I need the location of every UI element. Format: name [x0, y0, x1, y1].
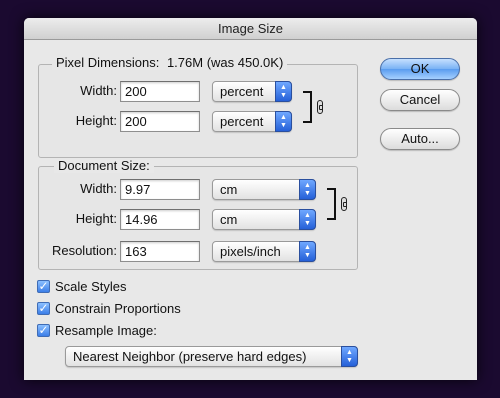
checkmark-icon: ✓ [38, 301, 49, 315]
pixel-width-unit-select[interactable]: percent ▲ ▼ [212, 81, 292, 102]
scale-styles-label: Scale Styles [55, 279, 127, 294]
ok-button[interactable]: OK [380, 58, 460, 80]
up-down-arrows-icon: ▲ ▼ [275, 81, 292, 102]
up-down-arrows-icon: ▲ ▼ [299, 241, 316, 262]
scale-styles-checkbox[interactable]: ✓ [37, 280, 50, 293]
up-down-arrows-icon: ▲ ▼ [341, 346, 358, 367]
chain-link-icon [317, 100, 323, 114]
resample-method-select[interactable]: Nearest Neighbor (preserve hard edges) ▲… [65, 346, 358, 367]
pixel-dimensions-label: Pixel Dimensions: [56, 55, 160, 70]
document-width-unit-value: cm [220, 182, 238, 197]
chain-link-icon [341, 197, 347, 211]
document-width-label: Width: [80, 181, 117, 196]
up-down-arrows-icon: ▲ ▼ [299, 209, 316, 230]
document-height-field[interactable]: 14.96 [120, 209, 200, 230]
document-height-unit-select[interactable]: cm ▲ ▼ [212, 209, 316, 230]
document-size-legend: Document Size: [54, 158, 154, 173]
checkmark-icon: ✓ [38, 279, 49, 293]
auto-button[interactable]: Auto... [380, 128, 460, 150]
pixel-width-field[interactable]: 200 [120, 81, 200, 102]
document-height-unit-value: cm [220, 212, 238, 227]
resolution-label: Resolution: [51, 243, 117, 258]
resolution-field[interactable]: 163 [120, 241, 200, 262]
pixel-height-label: Height: [75, 113, 117, 128]
up-down-arrows-icon: ▲ ▼ [275, 111, 292, 132]
constrain-proportions-label: Constrain Proportions [55, 301, 181, 316]
pixel-dimensions-size: 1.76M (was 450.0K) [166, 55, 284, 70]
pixel-dimensions-legend: Pixel Dimensions: 1.76M (was 450.0K) [52, 55, 288, 70]
pixel-height-unit-select[interactable]: percent ▲ ▼ [212, 111, 292, 132]
document-width-field[interactable]: 9.97 [120, 179, 200, 200]
resolution-unit-value: pixels/inch [220, 244, 281, 259]
resolution-unit-select[interactable]: pixels/inch ▲ ▼ [212, 241, 316, 262]
resample-method-value: Nearest Neighbor (preserve hard edges) [73, 349, 307, 364]
document-constrain-bracket [327, 188, 336, 220]
resample-image-checkbox[interactable]: ✓ [37, 324, 50, 337]
document-height-label: Height: [75, 211, 117, 226]
pixel-width-unit-value: percent [220, 84, 264, 99]
resample-image-label: Resample Image: [55, 323, 157, 338]
checkmark-icon: ✓ [38, 323, 49, 337]
pixel-height-field[interactable]: 200 [120, 111, 200, 132]
constrain-proportions-checkbox[interactable]: ✓ [37, 302, 50, 315]
pixel-height-unit-value: percent [220, 114, 264, 129]
up-down-arrows-icon: ▲ ▼ [299, 179, 316, 200]
dialog-title: Image Size [24, 18, 477, 40]
pixel-constrain-bracket [303, 91, 312, 123]
cancel-button[interactable]: Cancel [380, 89, 460, 111]
document-width-unit-select[interactable]: cm ▲ ▼ [212, 179, 316, 200]
image-size-dialog: Image Size Pixel Dimensions: 1.76M (was … [24, 18, 477, 380]
pixel-width-label: Width: [80, 83, 117, 98]
